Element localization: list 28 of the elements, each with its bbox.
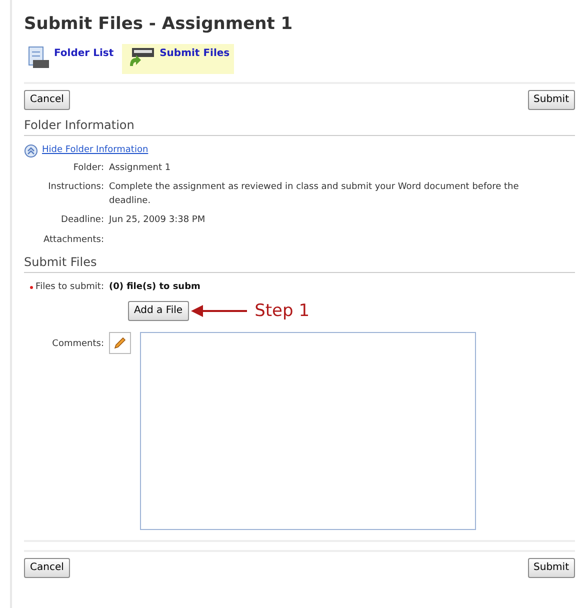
- field-value: Complete the assignment as reviewed in class and submit your Word document before the deadline.: [109, 181, 520, 208]
- field-label: Deadline:: [60, 214, 104, 227]
- hide-folder-link[interactable]: Hide Folder Information: [42, 144, 148, 158]
- spellcheck-button[interactable]: [109, 332, 131, 354]
- field-label: Instructions:: [47, 181, 104, 194]
- add-file-button[interactable]: Add a File: [128, 301, 189, 322]
- nav-tab[interactable]: Submit Files: [122, 44, 234, 74]
- comments-field[interactable]: [140, 332, 476, 530]
- field-label: Files to submit:: [36, 281, 104, 294]
- field-label: Folder:: [72, 162, 104, 174]
- annotation-arrow: [190, 305, 247, 318]
- cancel-button[interactable]: Cancel: [24, 558, 70, 578]
- step-annotation: Step 1: [254, 300, 310, 322]
- field-label: Comments:: [51, 338, 104, 351]
- cancel-button[interactable]: Cancel: [24, 90, 70, 110]
- pencil-icon: [113, 336, 127, 350]
- nav-tab[interactable]: Folder List: [24, 44, 118, 74]
- field-value: Jun 25, 2009 3:38 PM: [109, 214, 206, 227]
- field-label: Attachments:: [42, 234, 104, 246]
- page-title: Submit Files - Assignment 1: [24, 13, 294, 36]
- section-heading: Submit Files: [24, 253, 575, 273]
- field-value: (0) file(s) to subm: [109, 281, 200, 294]
- submit-button[interactable]: Submit: [528, 558, 575, 578]
- folder-list-icon: [28, 46, 50, 70]
- field-value: Assignment 1: [109, 162, 171, 174]
- submit-button[interactable]: Submit: [528, 90, 575, 110]
- collapse-icon: [24, 144, 38, 158]
- section-heading: Folder Information: [24, 116, 575, 136]
